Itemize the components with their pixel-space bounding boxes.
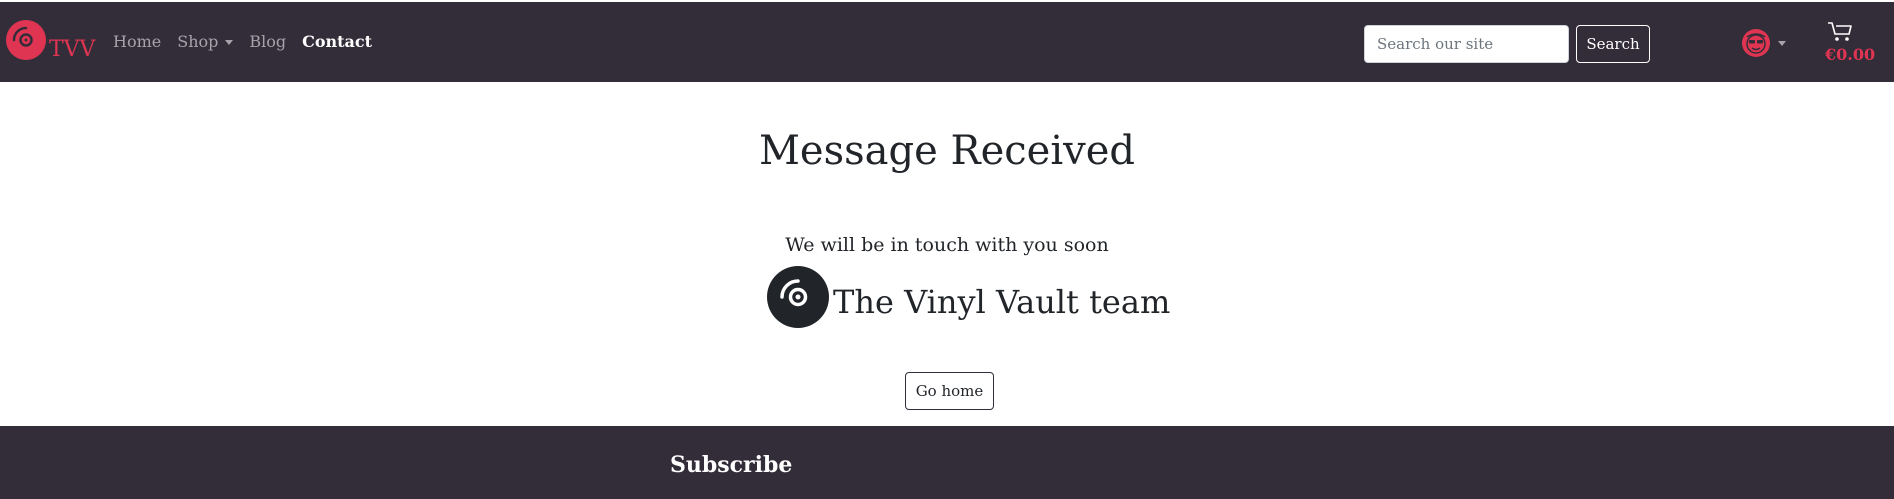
signature: The Vinyl Vault team [766,265,1170,329]
go-home-button[interactable]: Go home [905,372,994,410]
subscribe-heading: Subscribe [670,452,793,478]
top-navbar: TVV Home Shop Blog Contact Search €0.00 [0,0,1894,82]
nav-link-contact[interactable]: Contact [302,32,372,52]
account-dropdown[interactable] [1740,27,1786,59]
nav-link-home[interactable]: Home [113,32,161,52]
brand-link[interactable]: TVV [5,19,95,61]
brand-name: TVV [49,37,96,62]
page-title: Message Received [758,128,1136,174]
nav-link-shop[interactable]: Shop [177,32,234,52]
signature-text: The Vinyl Vault team [833,283,1171,321]
shopping-cart-icon [1828,22,1852,41]
chevron-down-icon [225,40,234,45]
chevron-down-icon [1778,40,1786,46]
search-button[interactable]: Search [1576,25,1650,63]
vinyl-record-icon [6,20,46,60]
main-nav: Home Shop Blog Contact [113,32,388,52]
vinyl-record-icon [767,266,829,328]
confirmation-message: We will be in touch with you soon [785,234,1109,256]
cart-link[interactable]: €0.00 [1825,20,1875,64]
main-content: Message Received We will be in touch wit… [0,82,1894,426]
footer: Subscribe [0,426,1894,499]
search-input[interactable] [1364,25,1569,63]
nav-link-shop-label: Shop [177,32,219,51]
cart-total: €0.00 [1825,45,1876,64]
nav-link-blog[interactable]: Blog [249,32,286,52]
user-avatar-icon [1742,29,1770,57]
